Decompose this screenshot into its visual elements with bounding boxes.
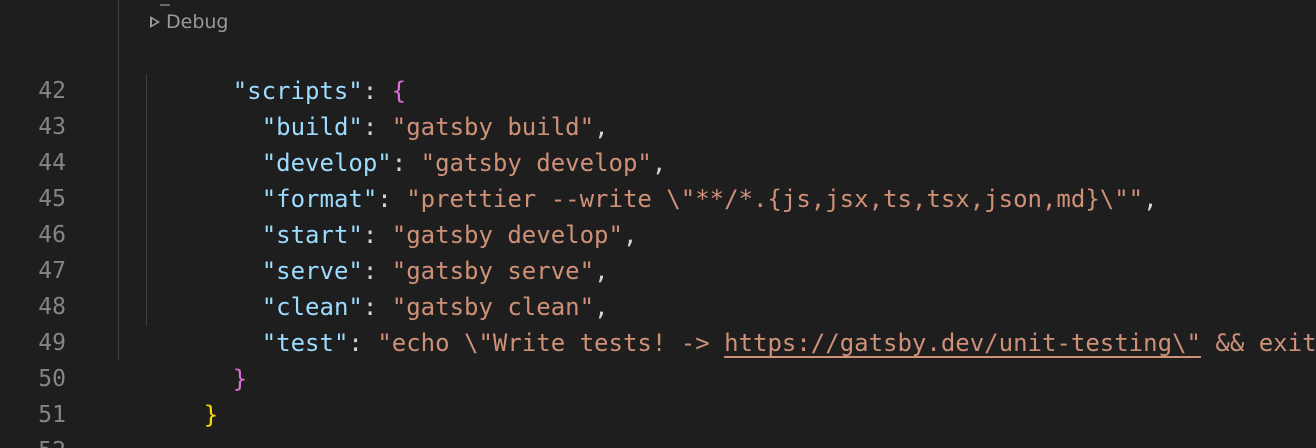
- debug-codelens[interactable]: Debug: [150, 8, 228, 36]
- code-line[interactable]: 52: [0, 397, 1316, 448]
- code-line[interactable]: 45 "format": "prettier --write \"**/*.{j…: [0, 145, 1316, 213]
- code-line[interactable]: 50 }: [0, 325, 1316, 393]
- code-line[interactable]: 47 "serve": "gatsby serve",: [0, 217, 1316, 285]
- code-line[interactable]: 42 "scripts": {: [0, 37, 1316, 105]
- code-line[interactable]: 46 "start": "gatsby develop",: [0, 181, 1316, 249]
- code-line[interactable]: 43 "build": "gatsby build",: [0, 73, 1316, 141]
- play-icon: [150, 16, 160, 28]
- line-number: 52: [0, 433, 66, 448]
- code-line[interactable]: 49 "test": "echo \"Write tests! -> https…: [0, 289, 1316, 357]
- code-line[interactable]: 51 }: [0, 361, 1316, 429]
- code-editor[interactable]: Debug 42 "scripts": { 43 "build": "gatsb…: [0, 0, 1316, 448]
- code-line[interactable]: 48 "clean": "gatsby clean",: [0, 253, 1316, 321]
- fold-marker: [160, 0, 170, 6]
- debug-codelens-label: Debug: [166, 11, 229, 33]
- code-line[interactable]: 44 "develop": "gatsby develop",: [0, 109, 1316, 177]
